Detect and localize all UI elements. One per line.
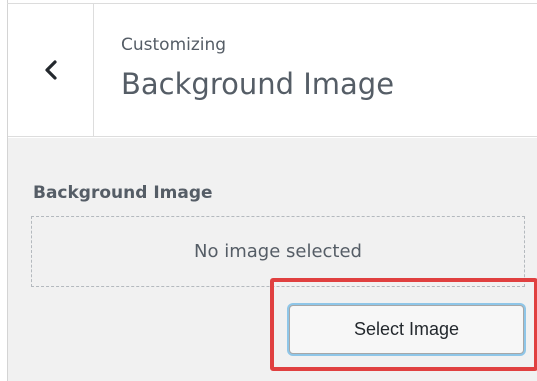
header-title-block: Customizing Background Image: [121, 34, 394, 102]
control-panel: Background Image No image selected Selec…: [8, 138, 537, 381]
customizer-header: Customizing Background Image: [8, 4, 537, 137]
control-title: Background Image: [33, 183, 213, 203]
chevron-left-icon: [43, 58, 59, 82]
customizer-window: Customizing Background Image Background …: [0, 0, 537, 381]
image-placeholder: No image selected: [31, 216, 525, 287]
select-image-button[interactable]: Select Image: [289, 305, 524, 354]
placeholder-text: No image selected: [194, 240, 362, 262]
customizing-label: Customizing: [121, 35, 227, 55]
back-button[interactable]: [8, 4, 94, 136]
page-title: Background Image: [121, 67, 395, 101]
